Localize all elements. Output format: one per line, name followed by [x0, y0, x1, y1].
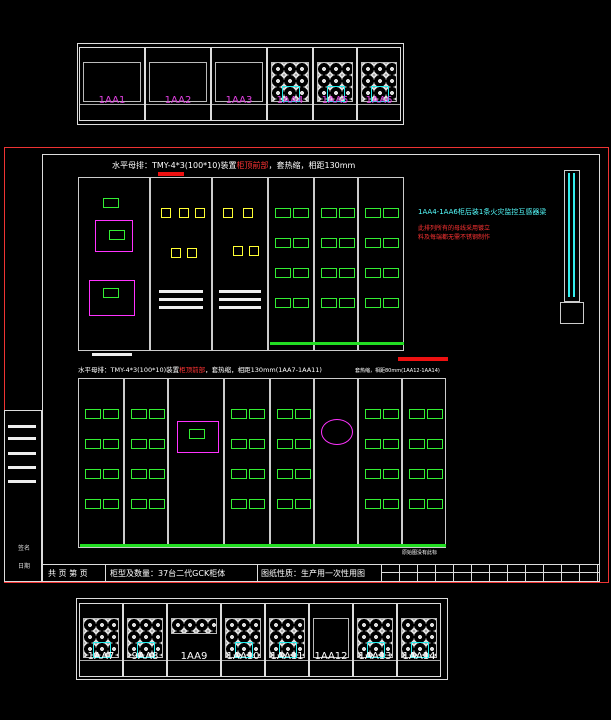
cabinet-label: 1AA2	[164, 95, 192, 106]
left-margin-strip	[4, 410, 42, 582]
note-fire-monitor: 1AA4-1AA6柜后装1条火灾监控互感器梁	[418, 208, 547, 216]
cabinet-1aa2[interactable]: 1AA2	[145, 47, 211, 121]
lower-ground-bar	[80, 544, 446, 547]
lower-panel-1aa11	[270, 378, 314, 548]
strip-bar	[8, 452, 36, 455]
cabinet-1aa12[interactable]: 1AA12	[309, 603, 353, 677]
upper-ground-bar	[270, 342, 404, 345]
lower-panel-1aa14	[402, 378, 446, 548]
cabinet-1aa4[interactable]: 1AA4	[267, 47, 313, 121]
side-view-busbar	[564, 170, 580, 302]
lower-panel-1aa9	[168, 378, 224, 548]
title-block-cabinet-info: 柜型及数量：37台二代GCK柜体	[110, 569, 226, 578]
side-label-date: 日期	[18, 563, 31, 570]
cabinet-1aa6[interactable]: 1AA6	[357, 47, 401, 121]
cabinet-label: 1AA5	[321, 95, 349, 106]
upper-panel-1aa2	[150, 177, 212, 351]
lower-panel-9aa8	[124, 378, 168, 548]
cabinet-1aa5[interactable]: 1AA5	[313, 47, 357, 121]
upper-busbar-title: 水平母排：TMY-4*3(100*10)装置柜顶前部，套热缩，相距130mm	[112, 161, 356, 170]
cabinet-label: 1AA1	[98, 95, 126, 106]
upper-panel-1aa3	[212, 177, 268, 351]
cabinet-label: 1AA10	[226, 651, 260, 662]
cabinet-label: 1AA11	[270, 651, 304, 662]
cabinet-label: 1AA13	[358, 651, 392, 662]
strip-bar	[8, 437, 36, 440]
strip-bar	[8, 425, 36, 428]
lower-panel-1aa12	[314, 378, 358, 548]
lower-busbar-title: 水平母排：TMY-4*3(100*10)装置柜顶前部，套热缩，相距130mm(1…	[78, 366, 322, 374]
lower-panel-1aa7	[78, 378, 124, 548]
lower-panel-1aa10	[224, 378, 270, 548]
cabinet-9aa8[interactable]: 9AA8	[123, 603, 167, 677]
cabinet-label: 1AA3	[225, 95, 253, 106]
cabinet-1aa7[interactable]: 1AA7	[79, 603, 123, 677]
cabinet-label: 1AA14	[402, 651, 436, 662]
upper-panel-1aa6	[358, 177, 404, 351]
cabinet-1aa1[interactable]: 1AA1	[79, 47, 145, 121]
lower-small-note: 原始图没有此标	[402, 550, 438, 556]
upper-panel-1aa5	[314, 177, 358, 351]
side-view-base	[560, 302, 584, 324]
upper-panel-1aa1	[78, 177, 150, 351]
cabinet-label: 1AA9	[180, 651, 208, 662]
title-block-drawing-nature: 图纸性质：生产用一次性用图	[261, 569, 365, 578]
cabinet-1aa3[interactable]: 1AA3	[211, 47, 267, 121]
side-label-sign: 签名	[18, 545, 31, 552]
upper-busbar-marker	[158, 172, 184, 176]
cabinet-label: 1AA12	[314, 651, 348, 662]
upper-label-bar	[92, 353, 132, 356]
cabinet-label: 1AA7	[87, 651, 115, 662]
strip-bar	[8, 466, 36, 469]
upper-panel-1aa4	[268, 177, 314, 351]
title-block-pages: 共 页 第 页	[48, 569, 88, 578]
strip-bar	[8, 480, 36, 483]
cabinet-1aa11[interactable]: 1AA11	[265, 603, 309, 677]
cabinet-1aa14[interactable]: 1AA14	[397, 603, 441, 677]
top-cabinet-row: 1AA1 1AA2 1AA3 1AA4 1AA5 1AA6	[79, 47, 401, 121]
cabinet-1aa13[interactable]: 1AA13	[353, 603, 397, 677]
cabinet-label: 1AA4	[276, 95, 304, 106]
note-busbar-1: 此排列所有的母线采用镀立	[418, 225, 491, 232]
bottom-cabinet-row: 1AA7 9AA8 1AA9 1AA10 1AA11 1AA12 1AA13 1…	[79, 603, 441, 677]
title-block-grid	[382, 564, 600, 582]
vent-grille	[171, 618, 217, 634]
cabinet-label: 1AA6	[365, 95, 393, 106]
cabinet-1aa10[interactable]: 1AA10	[221, 603, 265, 677]
lower-right-note: 套热缩，相距80mm(1AA12-1AA14)	[355, 368, 440, 374]
cabinet-1aa9[interactable]: 1AA9	[167, 603, 221, 677]
lower-red-marker	[398, 357, 448, 361]
note-busbar-2: 料及每端都无需不锈钢制作	[418, 234, 491, 241]
lower-panel-1aa13	[358, 378, 402, 548]
cabinet-label: 9AA8	[131, 651, 159, 662]
